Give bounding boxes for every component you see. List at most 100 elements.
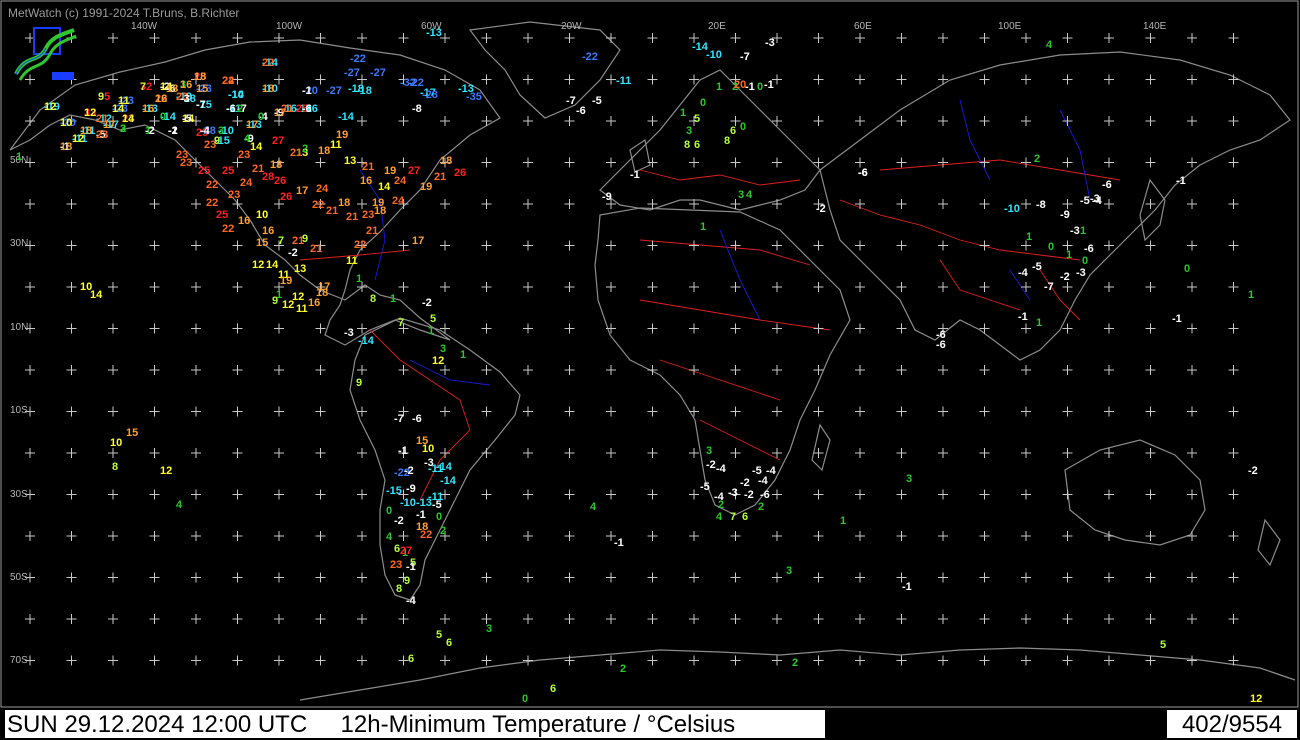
latitude-label: 10N (10, 322, 29, 333)
station-temperature: -7 (566, 95, 576, 107)
station-temperature: 1 (428, 325, 435, 337)
station-temperature: -1 (764, 79, 774, 91)
station-temperature: -5 (182, 113, 192, 125)
station-temperature: -6 (226, 103, 236, 115)
station-temperature: 16 (155, 93, 168, 105)
latitude-label: 50S (10, 572, 28, 583)
metwatch-logo-icon (14, 27, 77, 81)
station-temperature: 0 (740, 121, 747, 133)
station-temperature: 8 (370, 293, 377, 305)
station-temperature: 21 (310, 243, 323, 255)
station-temperature: -1 (1172, 313, 1182, 325)
station-temperature: 21 (96, 113, 109, 125)
station-temperature: 9 (302, 233, 309, 245)
station-temperature: 10 (422, 443, 435, 455)
station-temperature: -1 (614, 537, 624, 549)
station-temperature: -8 (412, 103, 422, 115)
longitude-label: 140E (1143, 21, 1167, 32)
longitude-label: 100E (998, 21, 1022, 32)
station-temperature: -6 (936, 339, 946, 351)
station-temperature: -5 (1032, 261, 1042, 273)
station-temperature: -3 (344, 327, 354, 339)
station-temperature: -2 (394, 515, 404, 527)
station-temperature: 21 (366, 225, 379, 237)
station-temperature: 22 (262, 57, 275, 69)
station-temperature: 0 (700, 97, 707, 109)
station-temperature: 25 (216, 209, 229, 221)
station-temperature: 15 (126, 427, 139, 439)
station-temperature: 0 (522, 693, 529, 705)
station-temperature: 23 (96, 129, 109, 141)
station-temperature: -13 (426, 27, 442, 39)
longitude-label: 20E (708, 21, 726, 32)
station-temperature: -14 (338, 111, 354, 123)
station-temperature: 22 (222, 223, 235, 235)
station-temperature: -5 (592, 95, 602, 107)
station-temperature: 5 (694, 113, 701, 125)
station-temperature: -10 (228, 89, 244, 101)
station-temperature: -1 (416, 509, 426, 521)
station-temperature: -18 (348, 83, 364, 95)
station-temperature: -1 (1018, 311, 1028, 323)
station-temperature: 4 (716, 511, 723, 523)
longitude-label: 60E (854, 21, 872, 32)
longitude-label: 20W (561, 21, 582, 32)
station-temperature: -3 (1070, 225, 1080, 237)
copyright-text: MetWatch (c) 1991-2024 T.Bruns, B.Richte… (8, 6, 240, 20)
station-temperature: -10 (1004, 203, 1020, 215)
station-temperature: 15 (256, 237, 269, 249)
station-temperature: -6 (302, 103, 312, 115)
station-temperature: 9 (404, 575, 411, 587)
station-temperature: -6 (858, 167, 868, 179)
station-temperature: 7 (140, 81, 147, 93)
station-temperature: -7 (394, 413, 404, 425)
station-temperature: 24 (240, 177, 253, 189)
station-temperature: 21 (362, 161, 375, 173)
station-temperature: -6 (1102, 179, 1112, 191)
station-temperature: 8 (684, 139, 691, 151)
station-temperature: 12 (44, 101, 57, 113)
station-temperature: 0 (1048, 241, 1055, 253)
station-temperature: 12 (282, 299, 295, 311)
station-temperature: 1 (680, 107, 687, 119)
station-temperature: -3 (1076, 267, 1086, 279)
station-temperature: 6 (730, 125, 737, 137)
station-temperature: 27 (272, 135, 285, 147)
station-temperature: -3 (765, 37, 775, 49)
station-temperature: 2 (1034, 153, 1041, 165)
station-temperature: 19 (420, 181, 433, 193)
station-temperature: 23 (228, 189, 241, 201)
station-temperature: -10 (400, 497, 416, 509)
station-temperature: -1 (302, 85, 312, 97)
station-temperature: -15 (386, 485, 402, 497)
station-temperature: 2 (620, 663, 627, 675)
station-temperature: -8 (1036, 199, 1046, 211)
station-temperature: 7 (398, 317, 405, 329)
station-temperature: 1 (390, 293, 397, 305)
station-temperature: 3 (686, 125, 693, 137)
station-temperature: 16 (142, 103, 155, 115)
station-temperature: 0 (258, 111, 265, 123)
station-temperature: -5 (432, 499, 442, 511)
station-temperature: 28 (262, 171, 275, 183)
station-temperature: -2 (404, 465, 414, 477)
station-temperature: 17 (296, 185, 309, 197)
longitude-label: 100W (276, 21, 303, 32)
station-temperature: 19 (336, 129, 349, 141)
station-temperature: 7 (730, 511, 737, 523)
station-temperature: 23 (362, 209, 375, 221)
station-temperature: 22 (354, 239, 367, 251)
longitude-label: 140W (131, 21, 158, 32)
valid-time: SUN 29.12.2024 12:00 UTC (7, 711, 308, 738)
station-temperature: -2 (288, 247, 298, 259)
world-map (0, 0, 1300, 740)
station-temperature: 17 (246, 119, 259, 131)
station-temperature: 6 (694, 139, 701, 151)
station-temperature: 6 (446, 637, 453, 649)
station-temperature: -1 (630, 169, 640, 181)
station-temperature: -4 (200, 125, 210, 137)
station-temperature: 2 (792, 657, 799, 669)
station-temperature: 3 (440, 343, 447, 355)
station-temperature: 12 (160, 465, 173, 477)
station-temperature: 5 (430, 313, 437, 325)
